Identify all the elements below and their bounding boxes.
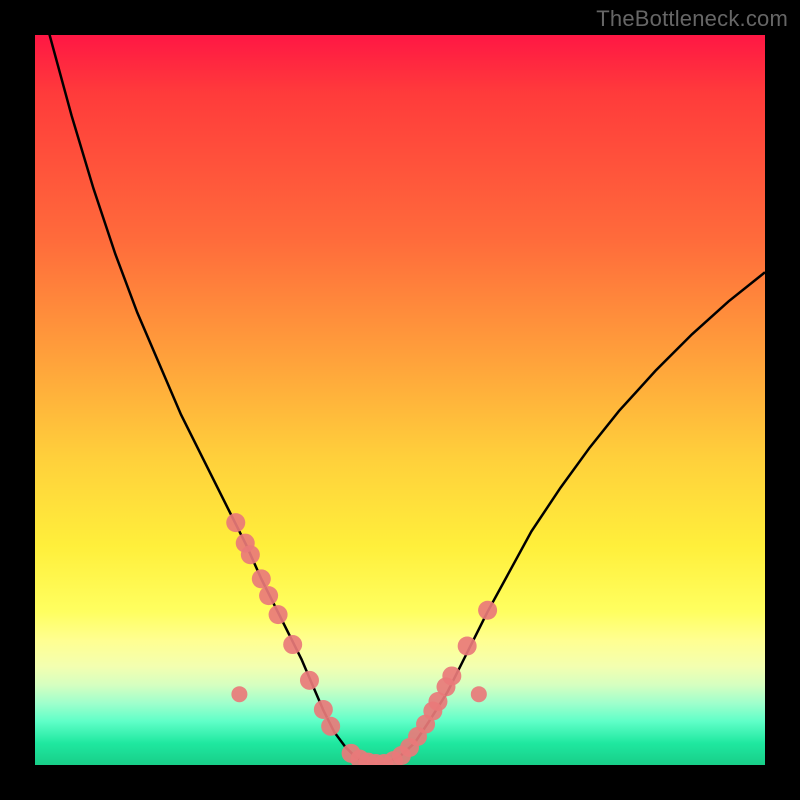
chart-marker xyxy=(314,700,333,719)
chart-marker xyxy=(478,601,497,620)
chart-overlay xyxy=(35,35,765,765)
watermark-text: TheBottleneck.com xyxy=(596,6,788,32)
chart-marker xyxy=(259,586,278,605)
chart-marker xyxy=(283,635,302,654)
chart-marker xyxy=(321,717,340,736)
chart-marker xyxy=(269,605,288,624)
chart-marker xyxy=(442,666,461,685)
bottleneck-curve-line xyxy=(35,35,765,764)
chart-marker xyxy=(300,671,319,690)
chart-marker xyxy=(458,637,477,656)
chart-marker xyxy=(231,686,247,702)
chart-marker xyxy=(226,513,245,532)
chart-marker xyxy=(252,569,271,588)
chart-markers xyxy=(226,513,497,765)
chart-marker xyxy=(241,545,260,564)
chart-marker xyxy=(471,686,487,702)
